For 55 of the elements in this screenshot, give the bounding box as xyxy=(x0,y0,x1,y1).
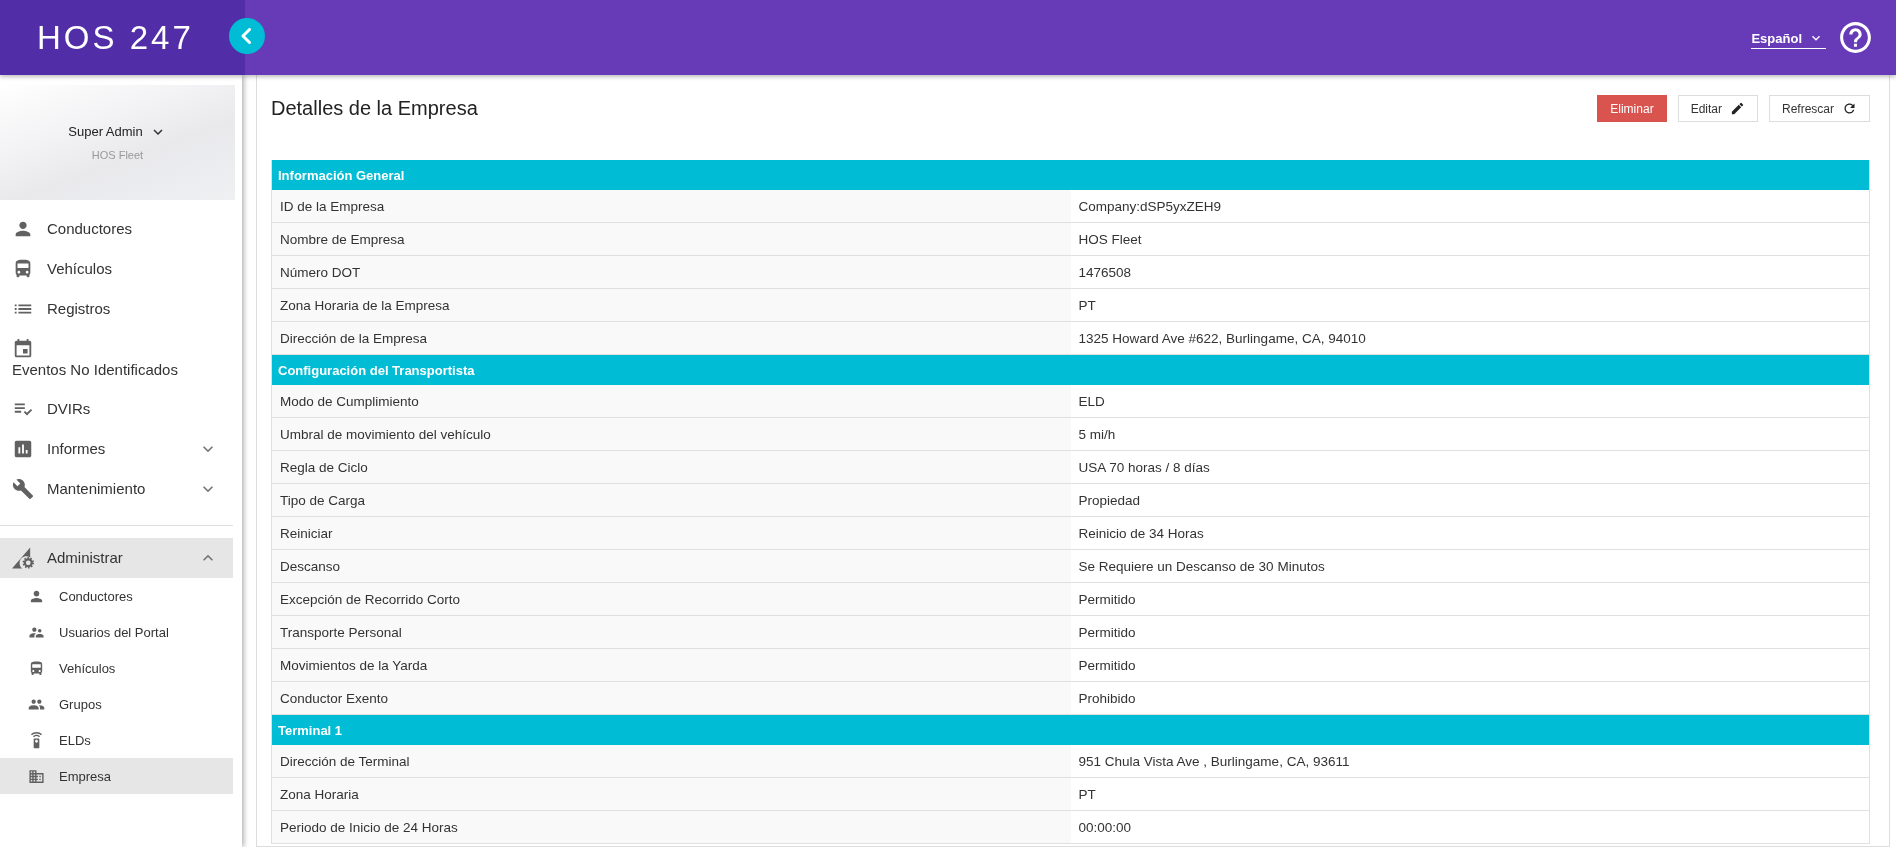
sidebar-item[interactable]: Eventos No Identificados xyxy=(0,329,233,389)
table-cell: Zona Horaria de la Empresa xyxy=(272,289,1071,321)
sidebar-item[interactable]: Vehículos xyxy=(0,249,233,289)
table-cell: Conductor Exento xyxy=(272,682,1071,714)
user-menu[interactable]: Super Admin xyxy=(68,123,167,141)
section-header: Configuración del Transportista xyxy=(272,355,1869,385)
remote-icon xyxy=(28,731,45,749)
help-icon[interactable] xyxy=(1837,19,1874,56)
delete-button[interactable]: Eliminar xyxy=(1597,95,1667,122)
table-cell: Movimientos de la Yarda xyxy=(272,649,1071,681)
section-header: Información General xyxy=(272,160,1869,190)
language-select[interactable]: Español xyxy=(1751,30,1826,49)
chevron-left-icon xyxy=(241,28,251,44)
building-icon xyxy=(28,767,45,785)
page-title: Detalles de la Empresa xyxy=(271,96,478,121)
sidebar-subitem[interactable]: Vehículos xyxy=(0,650,233,686)
company-name: HOS Fleet xyxy=(91,148,144,162)
section-header: Terminal 1 xyxy=(272,715,1869,745)
sidebar-subitem[interactable]: Empresa xyxy=(0,758,233,794)
sidebar-subitem[interactable]: ELDs xyxy=(0,722,233,758)
calendar-icon xyxy=(12,338,34,360)
sidebar-subitem[interactable]: Usuarios del Portal xyxy=(0,614,233,650)
sidebar-toggle-button[interactable] xyxy=(229,18,265,54)
sidebar-item[interactable]: Conductores xyxy=(0,209,233,249)
refresh-button[interactable]: Refrescar xyxy=(1769,95,1870,122)
table-cell: ID de la Empresa xyxy=(272,190,1071,222)
table-cell: Dirección de Terminal xyxy=(272,745,1071,777)
table-cell: Periodo de Inicio de 24 Horas xyxy=(272,811,1071,843)
table-cell: Excepción de Recorrido Corto xyxy=(272,583,1071,615)
table-cell: Regla de Ciclo xyxy=(272,451,1071,483)
table-cell: Transporte Personal xyxy=(272,616,1071,648)
table-cell: Número DOT xyxy=(272,256,1071,288)
pencil-icon xyxy=(1730,101,1745,116)
table-cell: Modo de Cumplimiento xyxy=(272,385,1071,417)
sidebar-item[interactable]: Registros xyxy=(0,289,233,329)
table-cell: Dirección de la Empresa xyxy=(272,322,1071,354)
bus-icon xyxy=(28,659,45,677)
refresh-icon xyxy=(1842,101,1857,116)
table-cell: Zona Horaria xyxy=(272,778,1071,810)
bar-chart-icon xyxy=(12,438,34,460)
table-cell: Nombre de Empresa xyxy=(272,223,1071,255)
sidebar-item[interactable]: DVIRs xyxy=(0,389,233,429)
table-cell: Tipo de Carga xyxy=(272,484,1071,516)
triangle-gear-icon xyxy=(12,547,34,569)
edit-button[interactable]: Editar xyxy=(1677,95,1758,122)
table-cell: Umbral de movimiento del vehículo xyxy=(272,418,1071,450)
wrench-icon xyxy=(12,478,34,500)
sidebar-subitem[interactable]: Conductores xyxy=(0,578,233,614)
table-cell: Descanso xyxy=(272,550,1071,582)
sidebar-item[interactable]: Administrar xyxy=(0,538,233,578)
table-cell: Reiniciar xyxy=(272,517,1071,549)
sidebar-item[interactable]: Mantenimiento xyxy=(0,469,233,509)
sidebar-subitem[interactable]: Grupos xyxy=(0,686,233,722)
app-logo: HOS 247 xyxy=(37,17,194,58)
sidebar-item[interactable]: Informes xyxy=(0,429,233,469)
